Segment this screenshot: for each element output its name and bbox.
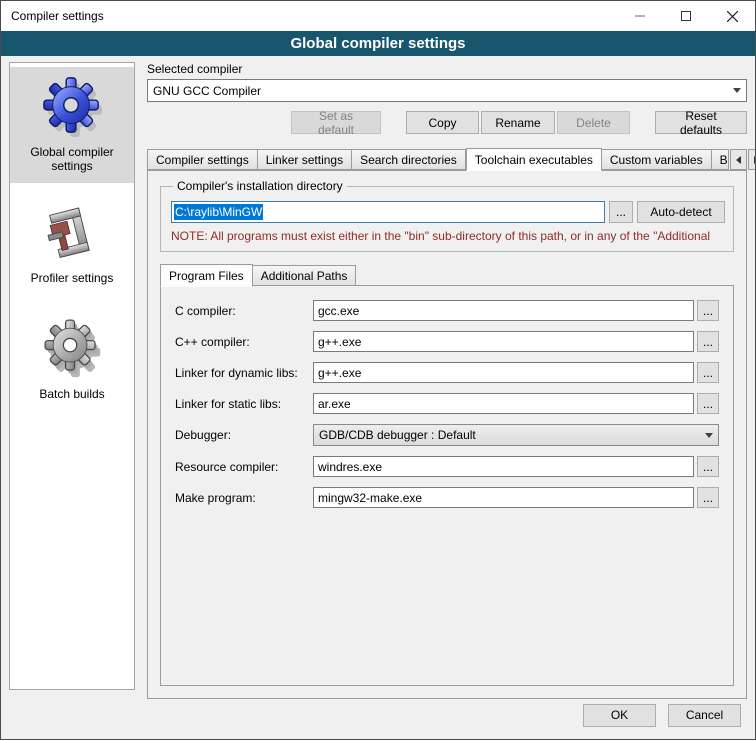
close-icon — [727, 11, 738, 22]
set-as-default-button[interactable]: Set as default — [291, 111, 381, 134]
dialog-content: Global compiler settings — [1, 56, 755, 699]
title-bar[interactable]: Compiler settings — [1, 1, 755, 31]
dynamic-linker-input[interactable] — [313, 362, 694, 383]
program-files-tabstrip: Program Files Additional Paths — [160, 264, 734, 286]
make-program-label: Make program: — [175, 491, 313, 505]
chevron-down-icon — [699, 433, 718, 438]
gray-gears-icon — [41, 317, 103, 379]
installation-directory-legend: Compiler's installation directory — [173, 179, 347, 193]
window-title: Compiler settings — [1, 9, 104, 23]
resource-compiler-input[interactable] — [313, 456, 694, 477]
make-program-input[interactable] — [313, 487, 694, 508]
close-button[interactable] — [709, 1, 755, 31]
auto-detect-button[interactable]: Auto-detect — [637, 201, 725, 223]
maximize-button[interactable] — [663, 1, 709, 31]
browse-button[interactable]: ... — [697, 456, 719, 477]
browse-button[interactable]: ... — [697, 487, 719, 508]
tab-linker-settings[interactable]: Linker settings — [258, 149, 352, 170]
debugger-select-value: GDB/CDB debugger : Default — [319, 428, 476, 442]
debugger-select[interactable]: GDB/CDB debugger : Default — [313, 424, 719, 446]
tab-toolchain-executables[interactable]: Toolchain executables — [466, 148, 602, 171]
window-controls — [617, 1, 755, 31]
browse-button[interactable]: ... — [697, 300, 719, 321]
cpp-compiler-input[interactable] — [313, 331, 694, 352]
c-compiler-input[interactable] — [313, 300, 694, 321]
make-program-row: Make program: ... — [175, 487, 719, 508]
settings-tabstrip: Compiler settings Linker settings Search… — [147, 148, 747, 170]
maximize-icon — [681, 11, 691, 21]
program-files-panel: C compiler: ... C++ compiler: ... Linker… — [160, 285, 734, 686]
sidebar-item-label: Profiler settings — [31, 271, 114, 285]
page-title: Global compiler settings — [1, 31, 755, 56]
delete-button[interactable]: Delete — [557, 111, 630, 134]
chevron-down-icon — [727, 80, 746, 101]
tab-scroll-right-button[interactable] — [748, 149, 756, 170]
installation-directory-row: C:\raylib\MinGW ... Auto-detect — [171, 201, 725, 223]
compiler-select[interactable]: GNU GCC Compiler — [147, 79, 747, 102]
dynamic-linker-label: Linker for dynamic libs: — [175, 366, 313, 380]
c-compiler-label: C compiler: — [175, 304, 313, 318]
tab-custom-variables[interactable]: Custom variables — [602, 149, 712, 170]
browse-button[interactable]: ... — [697, 331, 719, 352]
browse-directory-button[interactable]: ... — [609, 201, 633, 223]
tab-scroll-left-button[interactable] — [730, 149, 747, 170]
tab-compiler-settings[interactable]: Compiler settings — [147, 149, 258, 170]
toolchain-executables-panel: Compiler's installation directory C:\ray… — [147, 170, 747, 699]
resource-compiler-label: Resource compiler: — [175, 460, 313, 474]
dynamic-linker-row: Linker for dynamic libs: ... — [175, 362, 719, 383]
bin-subdirectory-note: NOTE: All programs must exist either in … — [171, 229, 725, 243]
sidebar-item-batch-builds[interactable]: Batch builds — [10, 309, 134, 411]
subtab-program-files[interactable]: Program Files — [160, 264, 253, 287]
sidebar-item-label: Batch builds — [39, 387, 104, 401]
sidebar: Global compiler settings — [9, 62, 135, 690]
main-area: Selected compiler GNU GCC Compiler Set a… — [147, 62, 747, 699]
debugger-row: Debugger: GDB/CDB debugger : Default — [175, 424, 719, 446]
browse-button[interactable]: ... — [697, 393, 719, 414]
sidebar-item-profiler-settings[interactable]: Profiler settings — [10, 197, 134, 295]
cpp-compiler-label: C++ compiler: — [175, 335, 313, 349]
profiler-clamp-icon — [43, 205, 101, 263]
minimize-button[interactable] — [617, 1, 663, 31]
debugger-label: Debugger: — [175, 428, 313, 442]
rename-button[interactable]: Rename — [481, 111, 555, 134]
sidebar-item-global-compiler-settings[interactable]: Global compiler settings — [10, 67, 134, 183]
compiler-settings-window: Compiler settings Global compiler settin… — [0, 0, 756, 740]
tab-search-directories[interactable]: Search directories — [352, 149, 466, 170]
compiler-select-value: GNU GCC Compiler — [153, 84, 261, 98]
static-linker-label: Linker for static libs: — [175, 397, 313, 411]
installation-directory-input[interactable]: C:\raylib\MinGW — [171, 201, 605, 223]
static-linker-row: Linker for static libs: ... — [175, 393, 719, 414]
reset-defaults-button[interactable]: Reset defaults — [655, 111, 747, 134]
cpp-compiler-row: C++ compiler: ... — [175, 331, 719, 352]
browse-button[interactable]: ... — [697, 362, 719, 383]
minimize-icon — [635, 11, 645, 21]
c-compiler-row: C compiler: ... — [175, 300, 719, 321]
tab-build-options[interactable]: Buil — [712, 149, 729, 170]
cancel-button[interactable]: Cancel — [668, 704, 741, 727]
installation-directory-group: Compiler's installation directory C:\ray… — [160, 179, 734, 252]
subtab-additional-paths[interactable]: Additional Paths — [253, 265, 357, 286]
arrow-left-icon — [736, 156, 741, 164]
ok-button[interactable]: OK — [583, 704, 656, 727]
selected-compiler-label: Selected compiler — [147, 62, 747, 76]
static-linker-input[interactable] — [313, 393, 694, 414]
installation-directory-value: C:\raylib\MinGW — [174, 204, 263, 220]
copy-button[interactable]: Copy — [406, 111, 479, 134]
sidebar-item-label: Global compiler settings — [12, 145, 132, 173]
compiler-buttons: Set as default Copy Rename Delete Reset … — [147, 111, 747, 134]
blue-gear-icon — [41, 75, 103, 137]
resource-compiler-row: Resource compiler: ... — [175, 456, 719, 477]
dialog-footer: OK Cancel — [1, 699, 755, 739]
